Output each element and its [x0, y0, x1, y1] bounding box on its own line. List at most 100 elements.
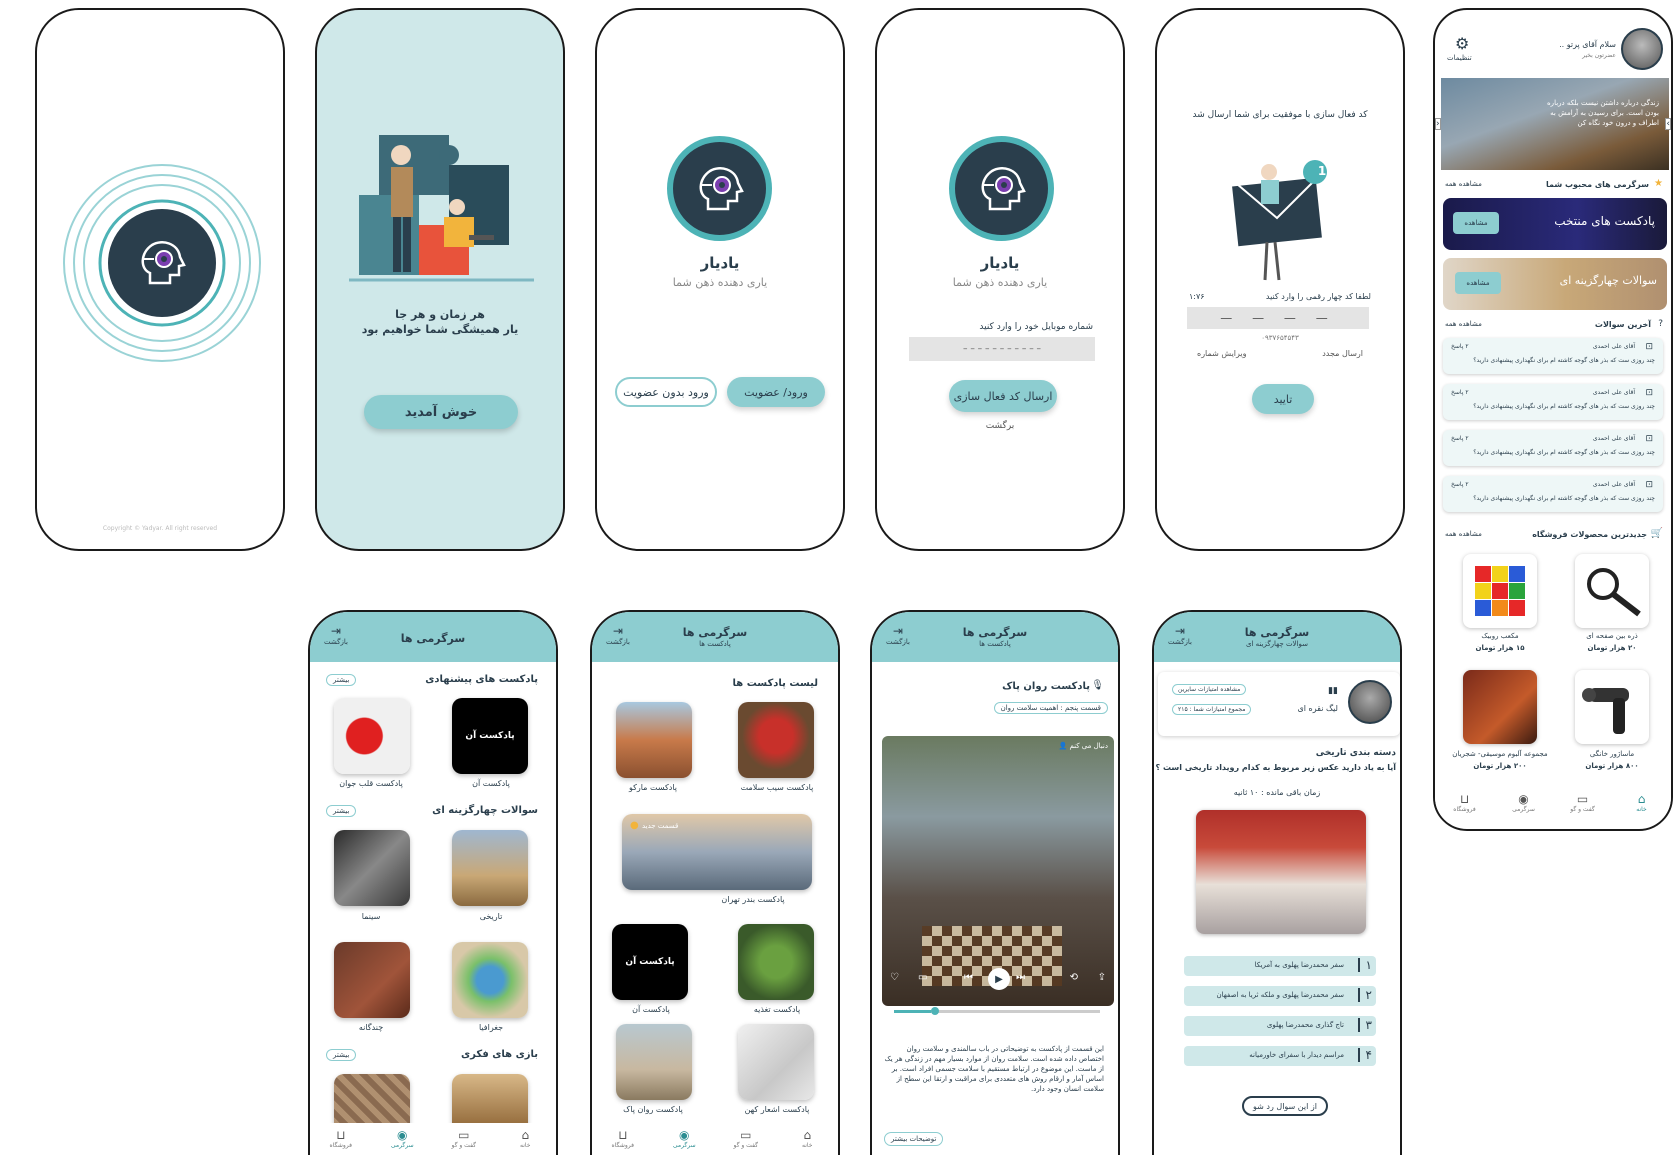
tile-geography[interactable]	[452, 942, 528, 1018]
tile-old-poems[interactable]	[738, 1024, 814, 1100]
shop-see-all[interactable]: مشاهده همه	[1445, 530, 1482, 538]
section-games: بازی های فکری	[461, 1049, 538, 1060]
product-album[interactable]	[1463, 670, 1537, 744]
nav-shop[interactable]: ⊔ فروشگاه	[598, 1129, 648, 1150]
banner-prev-arrow[interactable]: ‹	[1435, 118, 1441, 130]
user-icon: ⊡	[1645, 342, 1653, 352]
more-details-button[interactable]: توضیحات بیشتر	[884, 1132, 944, 1146]
podcast-view-button[interactable]: مشاهده	[1453, 212, 1499, 234]
question-card[interactable]: ⊡ آقای علی احمدی ۲ پاسخ چند روزی ست که ب…	[1443, 384, 1663, 420]
tile-heart-podcast[interactable]	[334, 698, 410, 774]
banner-quote: زندگی درباره داشتن نیست بلکه درباره بودن…	[1547, 99, 1659, 127]
nav-fun[interactable]: ◉ سرگرمی	[1499, 793, 1549, 814]
podcast-card[interactable]: پادکست های منتخب مشاهده	[1443, 198, 1667, 250]
phone-entry-screen: یادیار یاری دهنده ذهن شما شماره موبایل خ…	[875, 8, 1125, 551]
questions-see-all[interactable]: مشاهده همه	[1445, 320, 1482, 328]
repeat-icon[interactable]: ⟲	[1070, 972, 1078, 983]
tile-multiple[interactable]	[334, 942, 410, 1018]
quiz-view-button[interactable]: مشاهده	[1455, 272, 1501, 294]
heart-icon[interactable]: ♡	[890, 972, 899, 983]
nav-chat[interactable]: ▭ گفت و گو	[439, 1129, 489, 1150]
nav-chat[interactable]: ▭ گفت و گو	[1558, 792, 1608, 814]
avatar[interactable]	[1621, 28, 1663, 70]
brain-gear-icon	[981, 166, 1026, 210]
product-magnifier[interactable]	[1575, 554, 1649, 628]
nav-home[interactable]: ⌂ خانه	[500, 1128, 550, 1150]
tile-tehran-featured[interactable]: قسمت جدید ●	[622, 814, 812, 890]
back-button[interactable]: ⇥ بازگشت	[606, 624, 630, 646]
mic-icon: 🎙	[1091, 680, 1104, 691]
product-massager[interactable]	[1575, 670, 1649, 744]
send-code-button[interactable]: ارسال کد فعال سازی	[949, 380, 1057, 412]
guest-login-button[interactable]: ورود بدون عضویت	[615, 377, 717, 407]
follow-button[interactable]: دنبال می کنم 👤	[1059, 742, 1109, 750]
settings-label[interactable]: تنظیمات	[1447, 54, 1472, 62]
more-button[interactable]: بیشتر	[326, 1049, 357, 1061]
answer-option[interactable]: ۳ تاج گذاری محمدرضا پهلوی	[1184, 1016, 1376, 1036]
progress-thumb[interactable]	[931, 1007, 940, 1015]
home-icon: ⌂	[1637, 792, 1646, 806]
edit-number-link[interactable]: ویرایش شماره	[1197, 349, 1247, 358]
more-button[interactable]: بیشتر	[326, 674, 357, 686]
chat-icon: ▭	[1576, 792, 1589, 806]
code-input[interactable]: — — — —	[1187, 307, 1369, 329]
tile-apple-health[interactable]	[738, 702, 814, 778]
home-screen: سلام آقای پرتو .. عضرتون بخیر ⚙ تنظیمات …	[1433, 8, 1673, 831]
back-button[interactable]: ⇥ بازگشت	[1168, 624, 1192, 646]
fav-see-all[interactable]: مشاهده همه	[1445, 180, 1482, 188]
quiz-card[interactable]: سوالات چهارگزینه ای مشاهده	[1443, 258, 1667, 310]
tile-history[interactable]	[452, 830, 528, 906]
question-card[interactable]: ⊡ آقای علی احمدی ۲ پاسخ چند روزی ست که ب…	[1443, 338, 1663, 374]
comment-icon[interactable]: ▭	[918, 972, 927, 983]
progress-track[interactable]	[894, 1007, 1100, 1015]
next-icon[interactable]: ⏭	[1016, 972, 1025, 983]
tile-cinema[interactable]	[334, 830, 410, 906]
hero-banner[interactable]: زندگی درباره داشتن نیست بلکه درباره بودن…	[1441, 78, 1669, 170]
phone-input[interactable]: – – – – – – – – – – –	[909, 337, 1095, 361]
tile-nutrition[interactable]	[738, 924, 814, 1000]
nav-chat[interactable]: ▭ گفت و گو	[721, 1129, 771, 1150]
question-card[interactable]: ⊡ آقای علی احمدی ۲ پاسخ چند روزی ست که ب…	[1443, 430, 1663, 466]
auth-screen: یادیار یاری دهنده ذهن شما ورود/ عضویت ور…	[595, 8, 845, 551]
back-link[interactable]: برگشت	[877, 421, 1123, 431]
back-button[interactable]: ⇥ بازگشت	[324, 624, 348, 646]
user-icon: ⊡	[1645, 388, 1653, 398]
nav-shop[interactable]: ⊔ فروشگاه	[316, 1129, 366, 1150]
product-rubik[interactable]	[1463, 554, 1537, 628]
home-icon: ⌂	[521, 1128, 530, 1142]
nav-shop[interactable]: ⊔ فروشگاه	[1440, 793, 1490, 814]
prev-icon[interactable]: ⏮	[964, 972, 973, 983]
tile-marco[interactable]	[616, 702, 692, 778]
nav-fun[interactable]: ◉ سرگرمی	[377, 1129, 427, 1150]
answer-option[interactable]: ۲ سفر محمدرضا پهلوی و ملکه ثریا به اصفهان	[1184, 986, 1376, 1006]
nav-home[interactable]: ⌂ خانه	[782, 1129, 832, 1150]
resend-link[interactable]: ارسال مجدد	[1322, 349, 1363, 358]
quiz-photo	[1196, 810, 1366, 934]
answer-option[interactable]: ۱ سفر محمدرضا پهلوی به آمریکا	[1184, 956, 1376, 976]
answer-option[interactable]: ۴ مراسم دیدار با سفرای خاورمیانه	[1184, 1046, 1376, 1066]
league-label: لیگ نقره ای	[1297, 704, 1338, 713]
settings-icon[interactable]: ⚙	[1455, 34, 1469, 53]
play-icon[interactable]: ▶	[988, 968, 1010, 990]
share-icon[interactable]: ⇪	[1098, 972, 1106, 983]
back-button[interactable]: ⇥ بازگشت	[886, 624, 910, 646]
more-button[interactable]: بیشتر	[326, 805, 357, 817]
question-card[interactable]: ⊡ آقای علی احمدی ۲ پاسخ چند روزی ست که ب…	[1443, 476, 1663, 512]
tile-podcast-an[interactable]: پادکست آن	[452, 698, 528, 774]
confirm-button[interactable]: تایید	[1252, 384, 1314, 414]
nav-fun[interactable]: ◉ سرگرمی	[659, 1129, 709, 1150]
banner-next-arrow[interactable]: ›	[1665, 118, 1671, 130]
user-add-icon: 👤	[1058, 742, 1068, 750]
logout-icon: ⇥	[330, 624, 341, 638]
onboarding-screen: هر زمان و هر جا یار همیشگی شما خواهیم بو…	[315, 8, 565, 551]
phone-number: ۰۹۳۷۶۵۴۵۴۳	[1261, 334, 1299, 342]
login-signup-button[interactable]: ورود/ عضویت	[727, 377, 825, 407]
others-scores-button[interactable]: مشاهده امتیازات سایرین	[1172, 684, 1247, 695]
nav-home[interactable]: ⌂ خانه	[1617, 792, 1667, 814]
tile-podcast-an[interactable]: پادکست آن	[612, 924, 688, 1000]
new-episode-badge: قسمت جدید	[642, 822, 679, 830]
tile-clean-mind[interactable]	[616, 1024, 692, 1100]
welcome-button[interactable]: خوش آمدید	[364, 395, 518, 429]
code-label: لطفا کد چهار رقمی را وارد کنید	[1265, 292, 1371, 301]
skip-question-button[interactable]: از این سوال رد شو	[1242, 1096, 1328, 1116]
